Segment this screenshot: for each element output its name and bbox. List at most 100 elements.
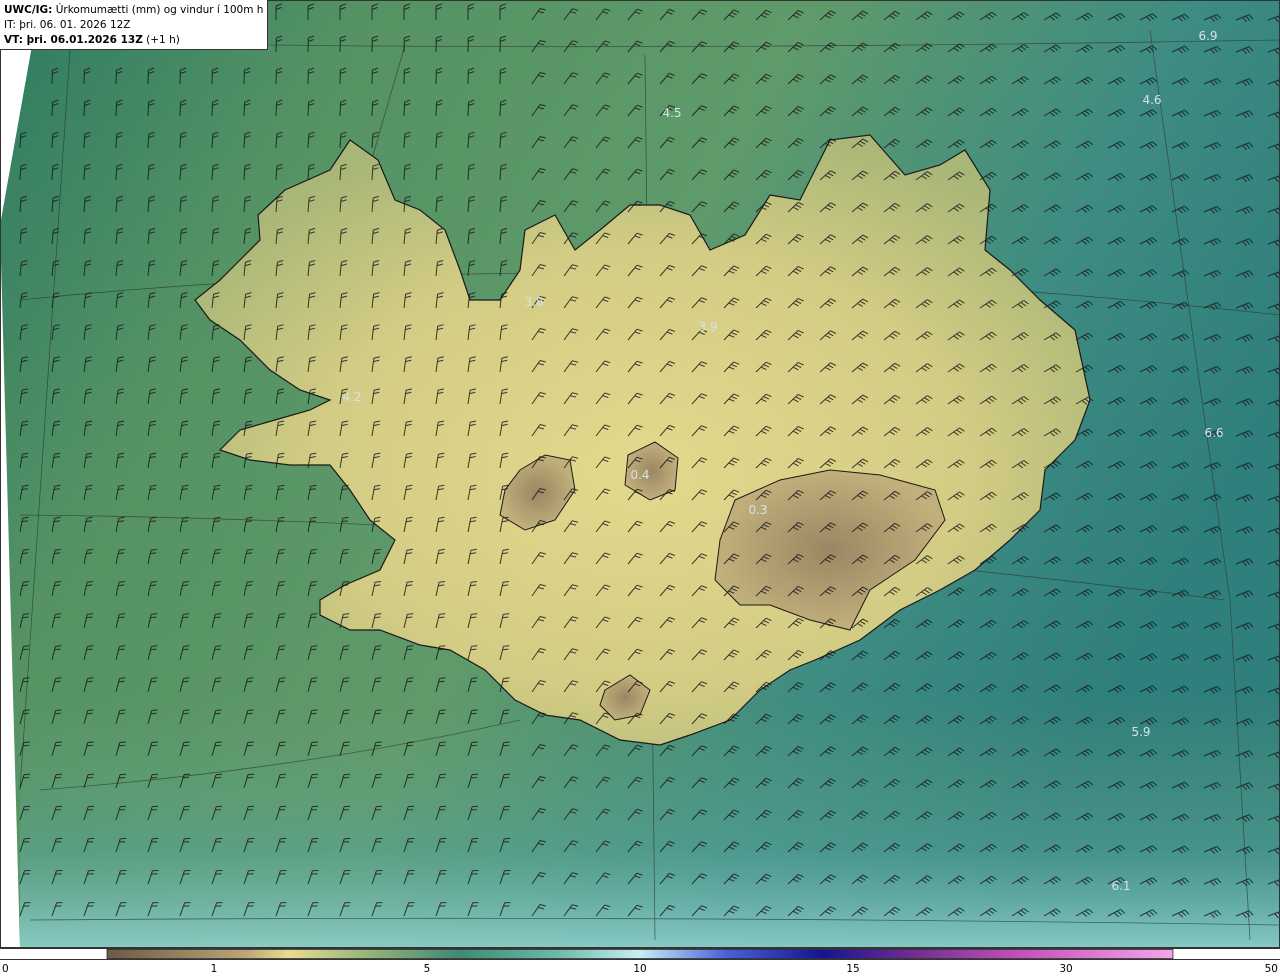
colorbar-tick: 30 xyxy=(1059,963,1073,975)
value-label: 6.1 xyxy=(1111,879,1130,893)
wind-barb-feather xyxy=(279,645,286,647)
wind-barb-feather xyxy=(86,744,93,747)
wind-barb-feather xyxy=(23,741,30,743)
wind-barb-feather xyxy=(119,645,126,647)
wind-barb-feather xyxy=(87,741,94,743)
wind-barb-feather xyxy=(119,709,126,711)
wind-barb-feather xyxy=(183,741,190,743)
wind-barb-feather xyxy=(183,645,190,647)
colorbar-tick: 15 xyxy=(846,963,860,975)
wind-barb-feather xyxy=(471,677,478,679)
map-title: UWC/IG: Úrkomumætti (mm) og vindur í 100… xyxy=(4,3,263,18)
wind-barb-feather xyxy=(502,712,509,715)
wind-barb-feather xyxy=(278,648,285,651)
wind-barb-feather xyxy=(311,645,318,647)
wind-barb-feather xyxy=(55,677,62,679)
colorbar-ticks: 0 1 5 10 15 30 50 xyxy=(0,960,1280,978)
wind-barb-feather xyxy=(375,709,382,711)
wind-barb-feather xyxy=(87,677,94,679)
wind-barb-feather xyxy=(55,645,62,647)
colorbar-tick: 5 xyxy=(423,963,431,975)
wind-barb-feather xyxy=(438,648,445,651)
wind-barb-feather xyxy=(342,712,349,715)
wind-barb-feather xyxy=(247,645,254,647)
wind-barb xyxy=(467,101,470,117)
value-label: 5.9 xyxy=(1131,725,1150,739)
wind-barb xyxy=(339,101,342,117)
precipitation-wind-map: 6.9 4.6 4.5 3.8 3.9 4.2 6.6 0.4 0.3 5.9 … xyxy=(0,0,1280,948)
wind-barb-feather xyxy=(343,709,350,711)
wind-barb-feather xyxy=(311,677,318,679)
wind-barb-feather xyxy=(118,744,125,747)
wind-barb-feather xyxy=(278,680,285,683)
wind-barb xyxy=(275,101,278,117)
wind-barb-feather xyxy=(374,648,381,651)
wind-barb-feather xyxy=(279,709,286,711)
wind-barb-feather xyxy=(215,677,222,679)
wind-barb-feather xyxy=(471,645,478,647)
wind-barb-feather xyxy=(439,645,446,647)
wind-barb-feather xyxy=(502,744,509,747)
wind-barb-feather xyxy=(406,648,413,651)
wind-barb-feather xyxy=(215,645,222,647)
wind-barb xyxy=(179,101,182,117)
wind-barb xyxy=(83,101,86,117)
colorbar-tick: 1 xyxy=(210,963,218,975)
wind-barb-feather xyxy=(503,645,510,647)
wind-barb xyxy=(243,101,246,117)
wind-barb-feather xyxy=(150,680,157,683)
wind-barb-feather xyxy=(439,677,446,679)
wind-barb-feather xyxy=(406,744,413,747)
wind-barb xyxy=(147,101,150,117)
wind-barb-feather xyxy=(247,709,254,711)
valid-time: VT: þri. 06.01.2026 13Z (+1 h) xyxy=(4,33,263,48)
wind-barb-feather xyxy=(182,680,189,683)
wind-barb-feather xyxy=(470,744,477,747)
wind-barb-feather xyxy=(311,741,318,743)
wind-barb-feather xyxy=(182,744,189,747)
wind-barb-feather xyxy=(150,712,157,715)
value-label: 6.9 xyxy=(1198,29,1217,43)
wind-barb-feather xyxy=(278,744,285,747)
wind-barb xyxy=(435,101,438,117)
wind-barb-feather xyxy=(374,680,381,683)
wind-barb-feather xyxy=(246,648,253,651)
wind-barb xyxy=(51,101,54,117)
wind-barb-feather xyxy=(406,680,413,683)
wind-barb-feather xyxy=(23,677,30,679)
wind-barb-feather xyxy=(118,712,125,715)
wind-barb-feather xyxy=(182,712,189,715)
wind-barb-feather xyxy=(22,744,29,747)
wind-barb-feather xyxy=(310,744,317,747)
wind-barb-feather xyxy=(310,680,317,683)
wind-barb xyxy=(307,101,310,117)
wind-barb-feather xyxy=(502,680,509,683)
wind-barb-feather xyxy=(343,741,350,743)
wind-barb-feather xyxy=(438,744,445,747)
wind-barb-feather xyxy=(279,677,286,679)
wind-barb-feather xyxy=(246,680,253,683)
value-label: 0.3 xyxy=(748,503,767,517)
wind-barb-feather xyxy=(182,648,189,651)
value-label: 4.6 xyxy=(1142,93,1161,107)
wind-barb-feather xyxy=(183,709,190,711)
wind-barb-feather xyxy=(438,680,445,683)
wind-barb-feather xyxy=(22,680,29,683)
wind-barb-feather xyxy=(374,712,381,715)
model-name: UWC/IG: xyxy=(4,4,53,16)
wind-barb-feather xyxy=(119,677,126,679)
wind-barb-feather xyxy=(151,645,158,647)
wind-barb-feather xyxy=(246,712,253,715)
wind-barb-feather xyxy=(310,712,317,715)
wind-barb-feather xyxy=(55,709,62,711)
wind-barb-feather xyxy=(343,677,350,679)
wind-barb-feather xyxy=(54,744,61,747)
wind-barb-feather xyxy=(503,741,510,743)
wind-barb-feather xyxy=(54,648,61,651)
wind-barb-feather xyxy=(246,744,253,747)
wind-barb-feather xyxy=(214,648,221,651)
wind-barb-feather xyxy=(374,744,381,747)
wind-barb-feather xyxy=(438,712,445,715)
wind-barb-feather xyxy=(215,741,222,743)
wind-barb-feather xyxy=(471,741,478,743)
